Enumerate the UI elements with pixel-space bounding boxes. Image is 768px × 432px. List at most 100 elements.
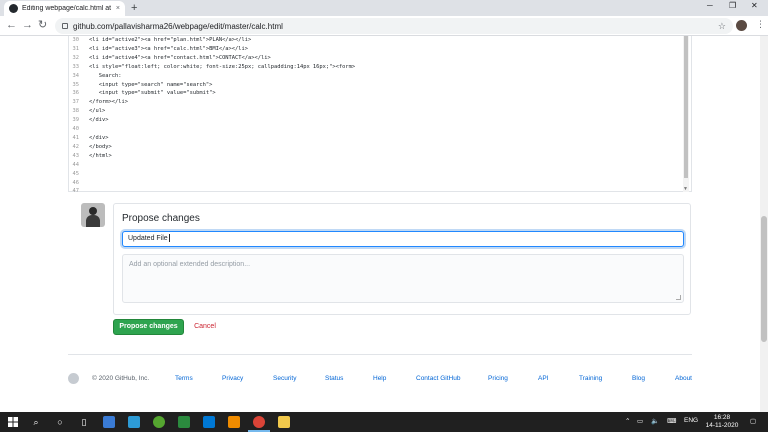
propose-changes-heading: Propose changes [122, 213, 200, 224]
code-line[interactable]: 31 <li id="active3"><a href="calc.html">B… [69, 45, 355, 54]
line-number: 31 [72, 45, 80, 52]
code-line[interactable]: 36 <input type="submit" value="submit"> [69, 89, 355, 98]
browser-tab[interactable]: Editing webpage/calc.html at m × [4, 1, 125, 16]
github-edit-page: 30 <li id="active2"><a href="plan.html">P… [0, 36, 768, 412]
line-code: <input type="submit" value="submit"> [89, 90, 216, 97]
address-bar[interactable]: github.com/pallavisharma26/webpage/edit/… [55, 18, 733, 34]
code-line[interactable]: 45 [69, 170, 355, 179]
code-line[interactable]: 47 [69, 187, 355, 196]
editor-scrollbar[interactable]: ▼ [683, 36, 689, 192]
app-icon[interactable] [153, 416, 165, 428]
footer-link-training[interactable]: Training [579, 375, 602, 382]
line-number: 36 [72, 90, 80, 97]
extended-description-textarea[interactable]: Add an optional extended description... [122, 254, 684, 303]
code-editor[interactable]: 30 <li id="active2"><a href="plan.html">P… [68, 36, 692, 194]
resize-grip-icon[interactable] [676, 295, 681, 300]
windows-start-icon[interactable] [7, 416, 19, 428]
footer-link-about[interactable]: About [675, 375, 692, 382]
line-number: 40 [72, 126, 80, 133]
line-number: 47 [72, 188, 80, 195]
reload-icon[interactable]: ↻ [38, 19, 47, 32]
chrome-icon[interactable] [253, 416, 265, 428]
code-line[interactable]: 40 [69, 125, 355, 134]
keyboard-icon[interactable]: ⌨ [667, 417, 676, 425]
line-code: <li id="active3"><a href="calc.html">BMI… [89, 45, 249, 52]
line-number: 46 [72, 179, 80, 186]
new-tab-button[interactable]: + [131, 2, 137, 14]
code-line[interactable]: 33 <li style="float:left; color:white; fo… [69, 63, 356, 72]
windows-taskbar: ⌕ ○ ▯ ⌃ ▭ 🔈 ⌨ ENG 16:28 14-11-2020 ▢ [0, 412, 768, 432]
camera-app-icon[interactable] [103, 416, 115, 428]
user-avatar [81, 203, 105, 227]
maximize-button[interactable]: ❐ [729, 1, 736, 10]
minimize-button[interactable]: ─ [707, 1, 713, 10]
line-number: 45 [72, 170, 80, 177]
code-line[interactable]: 42 </body> [69, 143, 355, 152]
footer-divider [68, 354, 692, 355]
back-arrow-icon[interactable]: ← [6, 19, 17, 32]
footer-link-api[interactable]: API [538, 375, 548, 382]
line-code: </ul> [89, 108, 106, 115]
code-line[interactable]: 35 <input type="search" name="search"> [69, 81, 355, 90]
app-icon[interactable] [228, 416, 240, 428]
line-number: 35 [72, 81, 80, 88]
footer-link-pricing[interactable]: Pricing [488, 375, 508, 382]
vscode-icon[interactable] [203, 416, 215, 428]
cortana-icon[interactable]: ○ [54, 416, 66, 428]
code-line[interactable]: 39 </div> [69, 116, 355, 125]
footer-link-security[interactable]: Security [273, 375, 296, 382]
code-line[interactable]: 30 <li id="active2"><a href="plan.html">P… [69, 36, 355, 45]
cancel-button[interactable]: Cancel [187, 319, 223, 335]
footer-link-blog[interactable]: Blog [632, 375, 645, 382]
code-line[interactable]: 38 </ul> [69, 107, 355, 116]
code-line[interactable]: 44 [69, 161, 355, 170]
system-clock[interactable]: 16:28 14-11-2020 [702, 414, 742, 430]
line-number: 38 [72, 108, 80, 115]
code-line[interactable]: 43 </html> [69, 152, 355, 161]
footer-copyright: © 2020 GitHub, Inc. [92, 375, 150, 382]
editor-scroll-thumb[interactable] [684, 36, 688, 178]
browser-menu-icon[interactable]: ⋮ [756, 19, 765, 30]
url-text: github.com/pallavisharma26/webpage/edit/… [73, 21, 283, 31]
network-icon[interactable]: ▭ [637, 417, 643, 425]
language-indicator[interactable]: ENG [684, 417, 698, 424]
commit-summary-input[interactable]: Updated File [122, 231, 684, 247]
close-window-button[interactable]: ✕ [751, 1, 758, 10]
line-number: 33 [72, 63, 80, 70]
file-explorer-icon[interactable] [278, 416, 290, 428]
browser-tab-strip: Editing webpage/calc.html at m × + ─ ❐ ✕ [0, 0, 768, 16]
profile-avatar-icon[interactable] [736, 20, 747, 31]
search-icon[interactable]: ⌕ [30, 416, 42, 428]
footer-link-terms[interactable]: Terms [175, 375, 193, 382]
task-view-icon[interactable]: ▯ [78, 416, 90, 428]
code-line[interactable]: 37 </form></li> [69, 98, 355, 107]
notifications-icon[interactable]: ▢ [750, 417, 756, 425]
text-caret [168, 234, 170, 243]
scroll-down-arrow-icon[interactable]: ▼ [683, 186, 688, 192]
code-line[interactable]: 46 [69, 179, 355, 188]
volume-icon[interactable]: 🔈 [651, 417, 659, 425]
code-line[interactable]: 41 </div> [69, 134, 355, 143]
propose-changes-button[interactable]: Propose changes [113, 319, 184, 335]
footer-link-privacy[interactable]: Privacy [222, 375, 243, 382]
app-icon[interactable] [128, 416, 140, 428]
footer-link-status[interactable]: Status [325, 375, 343, 382]
code-line[interactable]: 34 Search: [69, 72, 355, 81]
page-scroll-thumb[interactable] [761, 216, 767, 342]
commit-summary-value: Updated File [128, 235, 168, 242]
browser-toolbar: ← → ↻ github.com/pallavisharma26/webpage… [0, 16, 768, 36]
github-mark-icon[interactable] [68, 373, 79, 384]
line-code: </div> [89, 134, 109, 141]
line-number: 30 [72, 37, 80, 43]
bookmark-star-icon[interactable]: ☆ [718, 21, 726, 32]
footer-link-help[interactable]: Help [373, 375, 386, 382]
footer-link-contact[interactable]: Contact GitHub [416, 375, 460, 382]
code-line[interactable]: 32 <li id="active4"><a href="contact.html… [69, 54, 355, 63]
app-icon[interactable] [178, 416, 190, 428]
tray-chevron-icon[interactable]: ⌃ [625, 417, 630, 425]
clock-time: 16:28 [713, 414, 731, 421]
page-scrollbar[interactable] [760, 36, 768, 412]
clock-date: 14-11-2020 [705, 422, 739, 429]
forward-arrow-icon[interactable]: → [22, 19, 33, 32]
tab-close-icon[interactable]: × [116, 5, 120, 12]
